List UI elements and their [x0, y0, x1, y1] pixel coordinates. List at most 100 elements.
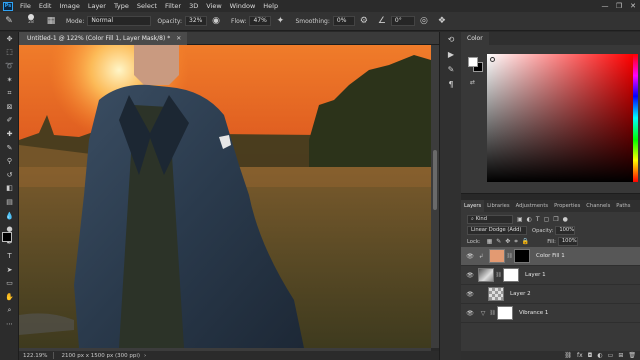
- canvas-vertical-scrollbar[interactable]: [431, 45, 439, 348]
- layer-name[interactable]: Color Fill 1: [536, 253, 565, 259]
- healing-brush-tool-icon[interactable]: ✚: [0, 127, 19, 141]
- blur-tool-icon[interactable]: 💧: [0, 209, 19, 223]
- rectangle-tool-icon[interactable]: ▭: [0, 277, 19, 291]
- color-fill-thumbnail[interactable]: [489, 249, 505, 263]
- document-tab[interactable]: Untitled-1 @ 122% (Color Fill 1, Layer M…: [19, 32, 188, 45]
- type-tool-icon[interactable]: T: [0, 250, 19, 264]
- magic-wand-tool-icon[interactable]: ✶: [0, 73, 19, 87]
- history-panel-icon[interactable]: ⟲: [440, 32, 462, 47]
- menu-view[interactable]: View: [202, 0, 225, 12]
- type-filter-icon[interactable]: T: [536, 216, 540, 223]
- play-actions-panel-icon[interactable]: ▶: [440, 47, 462, 62]
- edit-toolbar-icon[interactable]: ⋯: [0, 317, 19, 331]
- tab-adjustments[interactable]: Adjustments: [513, 200, 552, 212]
- lock-artboard-icon[interactable]: ⌗: [514, 238, 517, 246]
- hand-tool-icon[interactable]: ✋: [0, 290, 19, 304]
- tab-channels[interactable]: Channels: [583, 200, 613, 212]
- lasso-tool-icon[interactable]: ➰: [0, 59, 19, 73]
- layer-row-layer-1[interactable]: 👁 ⛓ Layer 1: [461, 266, 640, 285]
- status-chevron-icon[interactable]: ›: [144, 353, 146, 359]
- layer-name[interactable]: Vibrance 1: [519, 310, 548, 316]
- smart-object-filter-icon[interactable]: ❐: [553, 216, 558, 223]
- eyedropper-tool-icon[interactable]: ✐: [0, 114, 19, 128]
- zoom-tool-icon[interactable]: ⌕: [0, 304, 19, 318]
- marquee-tool-icon[interactable]: ⬚: [0, 46, 19, 60]
- adjustment-filter-icon[interactable]: ◐: [527, 216, 532, 223]
- color-field-picker[interactable]: [487, 54, 633, 182]
- lock-all-icon[interactable]: 🔒: [522, 238, 529, 245]
- layer-mask-thumbnail[interactable]: [503, 268, 519, 282]
- angle-field[interactable]: 0°: [390, 16, 415, 26]
- menu-edit[interactable]: Edit: [35, 0, 56, 12]
- menu-3d[interactable]: 3D: [185, 0, 202, 12]
- brush-tool-icon[interactable]: ✎: [0, 141, 19, 155]
- history-brush-tool-icon[interactable]: ↺: [0, 168, 19, 182]
- move-tool-icon[interactable]: ✥: [0, 32, 19, 46]
- mask-link-icon[interactable]: ⛓: [506, 253, 513, 259]
- clone-stamp-tool-icon[interactable]: ⚲: [0, 154, 19, 168]
- hue-slider[interactable]: [633, 54, 638, 182]
- pressure-size-icon[interactable]: ◎: [418, 15, 430, 27]
- transparent-layer-thumbnail[interactable]: [488, 287, 504, 301]
- panel-foreground-swatch[interactable]: [468, 57, 478, 67]
- lock-position-icon[interactable]: ✥: [505, 238, 510, 245]
- crop-tool-icon[interactable]: ⌗: [0, 86, 19, 100]
- mode-select[interactable]: Normal: [87, 16, 152, 26]
- vibrance-adjustment-icon[interactable]: ▽: [478, 310, 488, 317]
- lock-pixels-icon[interactable]: ▦: [487, 238, 493, 245]
- filter-toggle-icon[interactable]: ●: [563, 216, 568, 223]
- layer-row-vibrance-1[interactable]: 👁 ▽ ⛓ Vibrance 1: [461, 304, 640, 323]
- document-canvas[interactable]: [19, 45, 431, 348]
- shape-filter-icon[interactable]: ▢: [544, 216, 550, 223]
- tab-libraries[interactable]: Libraries: [484, 200, 512, 212]
- menu-layer[interactable]: Layer: [84, 0, 110, 12]
- color-panel-tab[interactable]: Color: [461, 32, 489, 45]
- menu-image[interactable]: Image: [55, 0, 83, 12]
- layer-mask-thumbnail[interactable]: [514, 249, 530, 263]
- visibility-eye-icon[interactable]: 👁: [464, 272, 476, 279]
- tab-layers[interactable]: Layers: [461, 200, 485, 212]
- brush-preset-picker[interactable]: 28: [20, 14, 42, 28]
- pixel-filter-icon[interactable]: ▣: [517, 216, 523, 223]
- path-selection-tool-icon[interactable]: ➤: [0, 263, 19, 277]
- smoothing-field[interactable]: 0%: [332, 16, 355, 26]
- lock-image-icon[interactable]: ✎: [496, 238, 501, 245]
- menu-file[interactable]: File: [16, 0, 35, 12]
- color-picker-cursor[interactable]: [490, 57, 495, 62]
- document-info[interactable]: 2100 px x 1500 px (300 ppi): [61, 353, 140, 359]
- flow-field[interactable]: 47%: [249, 16, 272, 26]
- visibility-eye-icon[interactable]: 👁: [464, 310, 476, 317]
- airbrush-icon[interactable]: ✦: [274, 15, 286, 27]
- new-group-icon[interactable]: ▭: [608, 352, 614, 359]
- gradient-tool-icon[interactable]: ▤: [0, 195, 19, 209]
- foreground-background-swatches[interactable]: [2, 232, 17, 250]
- layer-row-layer-2[interactable]: 👁 Layer 2: [461, 285, 640, 304]
- fill-field[interactable]: 100%: [557, 237, 578, 246]
- layer-opacity-field[interactable]: 100%: [555, 226, 576, 235]
- smoothing-settings-gear-icon[interactable]: ⚙: [358, 15, 370, 27]
- menu-select[interactable]: Select: [133, 0, 161, 12]
- pressure-opacity-icon[interactable]: ◉: [210, 15, 222, 27]
- new-layer-icon[interactable]: ⊞: [618, 352, 623, 359]
- layer-filter-kind-select[interactable]: ⌕ Kind: [467, 215, 513, 224]
- close-button[interactable]: ✕: [626, 0, 640, 12]
- menu-window[interactable]: Window: [226, 0, 260, 12]
- swap-colors-icon[interactable]: ⇄: [470, 79, 475, 86]
- frame-tool-icon[interactable]: ⊠: [0, 100, 19, 114]
- link-layers-icon[interactable]: ⛓: [564, 352, 572, 359]
- visibility-eye-icon[interactable]: 👁: [464, 253, 476, 260]
- add-mask-icon[interactable]: ◘: [588, 352, 593, 359]
- blend-mode-select[interactable]: Linear Dodge (Add): [467, 226, 527, 235]
- tab-properties[interactable]: Properties: [551, 200, 583, 212]
- symmetry-icon[interactable]: ❖: [436, 15, 448, 27]
- layer-name[interactable]: Layer 1: [525, 272, 546, 278]
- layer-thumbnail[interactable]: [478, 268, 494, 282]
- new-adjustment-layer-icon[interactable]: ◐: [597, 352, 602, 359]
- brush-tool-icon[interactable]: ✎: [3, 15, 15, 27]
- tab-paths[interactable]: Paths: [613, 200, 633, 212]
- layer-name[interactable]: Layer 2: [510, 291, 531, 297]
- layer-row-color-fill-1[interactable]: 👁 ↲ ⛓ Color Fill 1: [461, 247, 640, 266]
- mask-link-icon[interactable]: ⛓: [495, 272, 502, 278]
- menu-help[interactable]: Help: [259, 0, 282, 12]
- menu-type[interactable]: Type: [110, 0, 133, 12]
